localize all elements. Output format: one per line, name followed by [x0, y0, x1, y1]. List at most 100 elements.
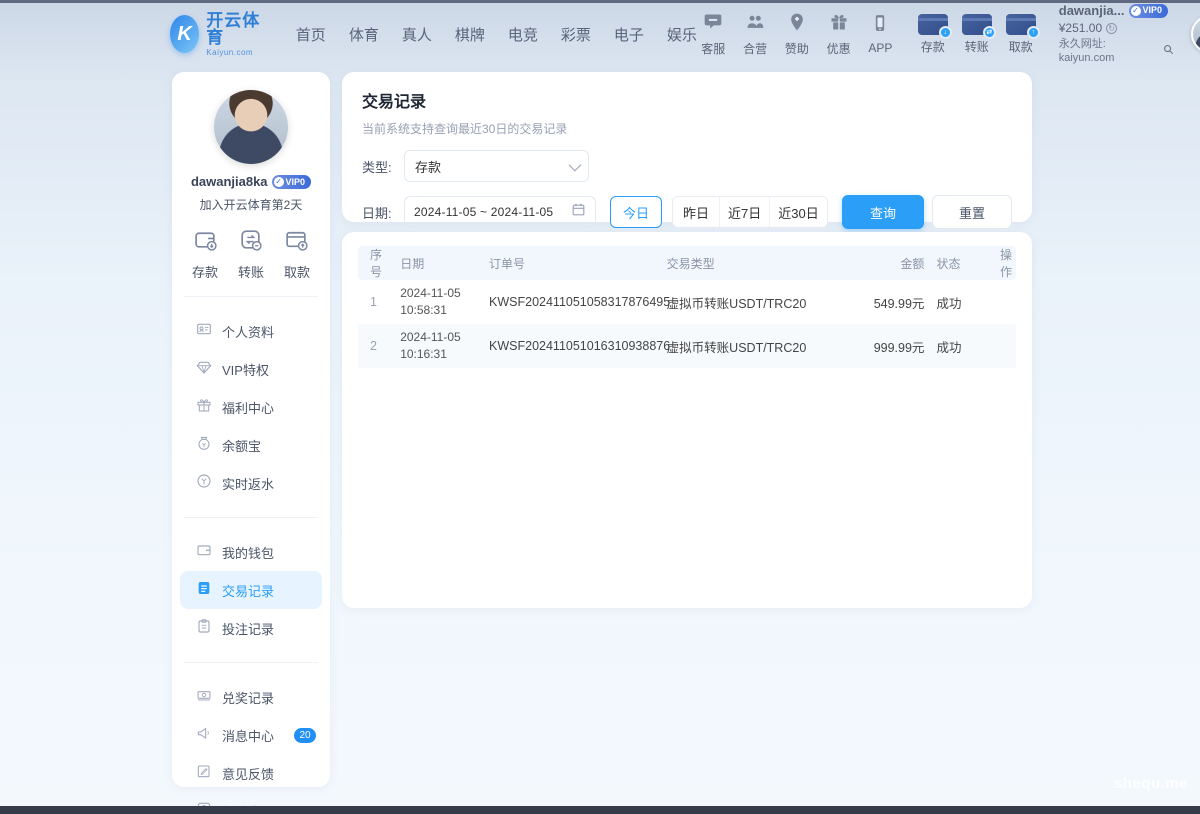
promo-link[interactable]: 优惠: [822, 12, 855, 57]
chat-icon: [703, 12, 723, 37]
app-link[interactable]: APP: [864, 13, 897, 55]
transfer-link[interactable]: ⇄ 转账: [960, 14, 994, 55]
bet-record-icon: [196, 618, 212, 639]
sidebar-item-welfare[interactable]: 福利中心: [172, 388, 330, 426]
partner-link[interactable]: 合营: [739, 12, 772, 57]
col-header-amount: 金额: [845, 246, 931, 280]
withdraw-link[interactable]: ↑ 取款: [1004, 14, 1038, 55]
range-7days-button[interactable]: 近7日: [719, 197, 769, 227]
money-bag-icon: [196, 435, 212, 456]
query-button[interactable]: 查询: [842, 195, 924, 229]
range-30days-button[interactable]: 近30日: [769, 197, 826, 227]
deposit-card-icon: ↓: [918, 14, 948, 35]
sidebar-item-vip[interactable]: VIP特权: [172, 350, 330, 388]
table-row: 1 2024-11-0510:58:31 KWSF202411051058317…: [358, 280, 1016, 324]
divider: [184, 662, 318, 663]
main-nav: 首页 体育 真人 棋牌 电竞 彩票 电子 娱乐: [296, 24, 697, 45]
watermark: shequ.me: [1114, 775, 1188, 792]
type-label: 类型:: [362, 157, 404, 176]
id-card-icon: [196, 321, 212, 342]
transfer-label: 转账: [965, 38, 989, 55]
site-url: 永久网址: kaiyun.com: [1059, 38, 1160, 66]
nav-esports[interactable]: 电竞: [508, 24, 538, 45]
diamond-icon: [196, 359, 212, 380]
brand-domain: Kaiyun.com: [206, 49, 262, 57]
brand-name: 开云体育: [206, 12, 262, 46]
sidebar-withdraw-action[interactable]: 取款: [284, 227, 310, 281]
range-today-button[interactable]: 今日: [610, 196, 662, 228]
sidebar-withdraw-label: 取款: [284, 262, 310, 281]
nav-lottery[interactable]: 彩票: [561, 24, 591, 45]
cell-amount: 999.99元: [845, 324, 931, 368]
transaction-record-icon: [196, 580, 212, 601]
bottom-bar: [0, 806, 1200, 814]
gift-icon: [829, 12, 849, 37]
sidebar-item-profile[interactable]: 个人资料: [172, 312, 330, 350]
sidebar-item-transactions[interactable]: 交易记录: [180, 571, 322, 609]
type-select[interactable]: 存款: [404, 150, 589, 182]
records-panel: 序号 日期 订单号 交易类型 金额 状态 操作 1 2024-11-0510:5…: [342, 232, 1032, 608]
reset-button[interactable]: 重置: [932, 195, 1012, 229]
nav-live[interactable]: 真人: [402, 24, 432, 45]
nav-entertainment[interactable]: 娱乐: [667, 24, 697, 45]
calendar-icon: [571, 202, 586, 222]
deposit-link[interactable]: ↓ 存款: [916, 14, 950, 55]
brand-logo[interactable]: K 开云体育 Kaiyun.com: [170, 12, 262, 57]
nav-chess[interactable]: 棋牌: [455, 24, 485, 45]
page-subtitle: 当前系统支持查询最近30日的交易记录: [362, 120, 1012, 137]
sidebar-item-wallet[interactable]: 我的钱包: [172, 533, 330, 571]
sidebar-deposit-action[interactable]: 存款: [192, 227, 218, 281]
search-icon[interactable]: [1163, 44, 1174, 60]
col-header-status: 状态: [930, 246, 983, 280]
badge-pin-icon: [787, 12, 807, 37]
header-avatar[interactable]: [1191, 15, 1200, 53]
date-range-value: 2024-11-05 ~ 2024-11-05: [414, 205, 571, 219]
sponsor-label: 赞助: [785, 40, 809, 57]
transfer-exchange-icon: [238, 227, 263, 257]
sidebar-item-prizes[interactable]: 兑奖记录: [172, 678, 330, 716]
nav-egames[interactable]: 电子: [614, 24, 644, 45]
sidebar-transfer-action[interactable]: 转账: [238, 227, 264, 281]
cell-amount: 549.99元: [845, 280, 931, 324]
partner-label: 合营: [743, 40, 767, 57]
service-link[interactable]: 客服: [697, 12, 730, 57]
cell-type: 虚拟币转账USDT/TRC20: [661, 324, 845, 368]
nav-sports[interactable]: 体育: [349, 24, 379, 45]
date-range-input[interactable]: 2024-11-05 ~ 2024-11-05: [404, 196, 596, 228]
profile-avatar[interactable]: [214, 90, 288, 164]
promo-label: 优惠: [827, 40, 851, 57]
header-username[interactable]: dawanjia...: [1059, 3, 1125, 19]
col-header-seq: 序号: [358, 246, 394, 280]
table-row: 2 2024-11-0510:16:31 KWSF202411051016310…: [358, 324, 1016, 368]
sidebar-item-bets[interactable]: 投注记录: [172, 609, 330, 647]
sponsor-link[interactable]: 赞助: [780, 12, 813, 57]
divider: [184, 517, 318, 518]
refresh-balance-icon[interactable]: ↻: [1106, 23, 1117, 34]
sidebar-item-messages[interactable]: 消息中心 20: [172, 716, 330, 754]
sidebar-deposit-label: 存款: [192, 262, 218, 281]
top-border: [0, 0, 1200, 3]
rebate-cycle-icon: [196, 473, 212, 494]
cell-seq: 2: [358, 324, 394, 368]
profile-vip-badge: ✓VIP0: [272, 175, 312, 189]
cell-date: 2024-11-0510:16:31: [394, 324, 483, 368]
gift-box-icon: [196, 397, 212, 418]
nav-home[interactable]: 首页: [296, 24, 326, 45]
cell-date: 2024-11-0510:58:31: [394, 280, 483, 324]
range-yesterday-button[interactable]: 昨日: [673, 197, 719, 227]
transfer-card-icon: ⇄: [962, 14, 992, 35]
sidebar-item-feedback[interactable]: 意见反馈: [172, 754, 330, 792]
message-count-badge: 20: [294, 728, 316, 743]
sidebar-item-yuebao[interactable]: 余额宝: [172, 426, 330, 464]
date-label: 日期:: [362, 203, 404, 222]
brand-logo-icon: K: [170, 15, 199, 53]
cell-order: KWSF202411051058317876495: [483, 280, 661, 324]
table-header-row: 序号 日期 订单号 交易类型 金额 状态 操作: [358, 246, 1016, 280]
prize-record-icon: [196, 687, 212, 708]
user-info: dawanjia... ✓VIP0 ¥251.00 ↻ 永久网址: kaiyun…: [1059, 3, 1174, 66]
cell-action: [983, 280, 1016, 324]
type-select-value: 存款: [415, 157, 569, 176]
sidebar-item-rebate[interactable]: 实时返水: [172, 464, 330, 502]
cell-action: [983, 324, 1016, 368]
page: K 开云体育 Kaiyun.com 首页 体育 真人 棋牌 电竞 彩票 电子 娱…: [0, 0, 1200, 814]
